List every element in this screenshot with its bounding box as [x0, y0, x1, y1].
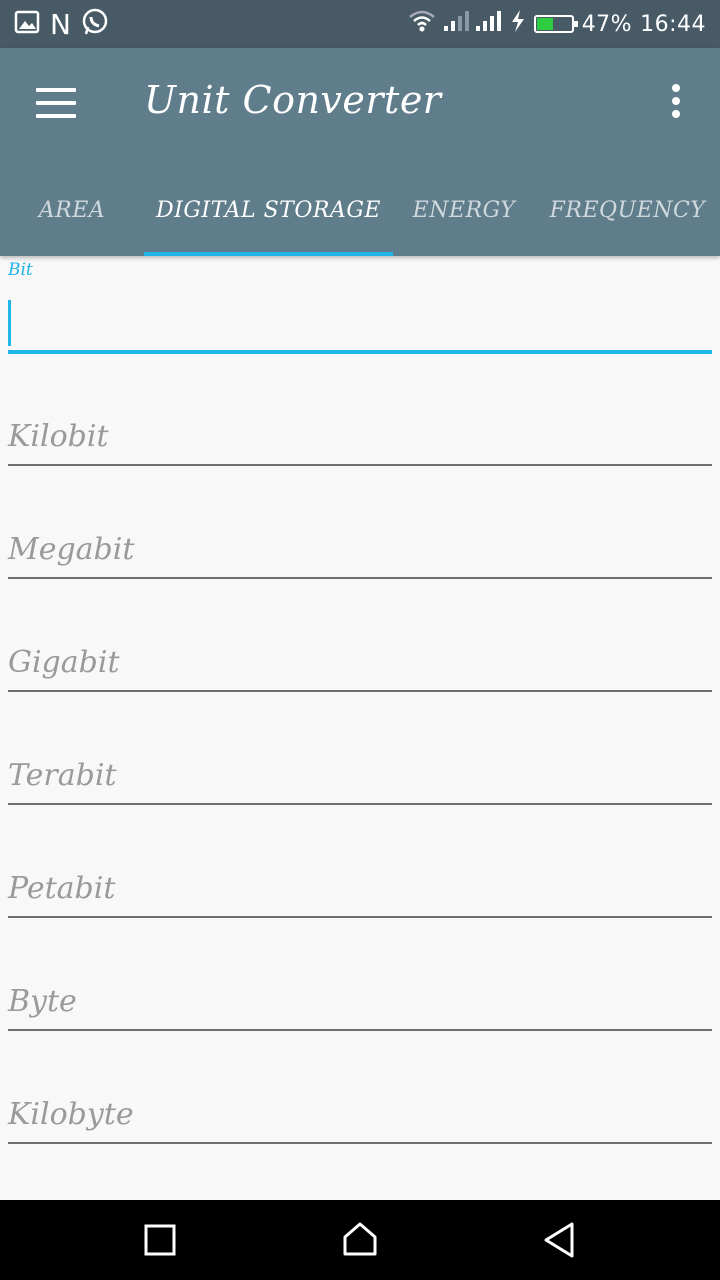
tab-energy[interactable]: ENERGY [393, 164, 535, 256]
tab-bar: AREA DIGITAL STORAGE ENERGY FREQUENCY [0, 164, 720, 256]
terabit-input[interactable]: Terabit [8, 745, 712, 805]
more-vert-icon [672, 84, 680, 92]
gigabit-input[interactable]: Gigabit [8, 632, 712, 692]
home-icon [343, 1222, 377, 1256]
app-bar: Unit Converter AREA DIGITAL STORAGE ENER… [0, 48, 720, 256]
battery-percent: 47% [581, 11, 633, 37]
tab-frequency[interactable]: FREQUENCY [535, 164, 720, 256]
recents-icon [144, 1224, 176, 1256]
byte-input[interactable]: Byte [8, 971, 712, 1031]
petabit-input[interactable]: Petabit [8, 858, 712, 918]
kilobyte-input[interactable]: Kilobyte [8, 1084, 712, 1144]
tab-digital-storage[interactable]: DIGITAL STORAGE [144, 164, 393, 256]
charging-icon [510, 10, 526, 38]
kilobit-placeholder: Kilobit [8, 419, 109, 454]
gigabit-placeholder: Gigabit [8, 645, 120, 680]
home-button[interactable] [340, 1220, 380, 1260]
kilobit-input[interactable]: Kilobit [8, 406, 712, 466]
kilobyte-placeholder: Kilobyte [8, 1097, 134, 1132]
bit-input[interactable] [8, 296, 712, 354]
app-title: Unit Converter [144, 78, 442, 122]
carrier-letter: N [50, 7, 71, 41]
clock: 16:44 [640, 11, 706, 37]
status-right: 47% 16:44 [408, 9, 706, 39]
more-options-button[interactable] [664, 84, 688, 124]
tab-area[interactable]: AREA [0, 164, 144, 256]
text-cursor [8, 300, 11, 346]
petabit-placeholder: Petabit [8, 871, 116, 906]
megabit-placeholder: Megabit [8, 532, 135, 567]
wifi-icon [408, 9, 436, 39]
hamburger-icon [36, 88, 76, 92]
signal-icon [443, 10, 502, 38]
terabit-placeholder: Terabit [8, 758, 117, 793]
status-bar: N 47% 16:44 [0, 0, 720, 48]
back-button[interactable] [540, 1220, 580, 1260]
navigation-bar [0, 1200, 720, 1280]
converter-form: Bit Kilobit Megabit Gigabit Terabit Peta… [0, 256, 720, 1200]
image-icon [14, 9, 40, 39]
whatsapp-icon [81, 8, 109, 40]
megabit-input[interactable]: Megabit [8, 519, 712, 579]
battery-fill [536, 18, 553, 30]
battery-icon [533, 15, 578, 33]
bit-field-label: Bit [8, 260, 33, 280]
byte-placeholder: Byte [8, 984, 77, 1019]
menu-button[interactable] [36, 88, 76, 122]
back-icon [544, 1222, 574, 1258]
status-left: N [14, 8, 109, 41]
recents-button[interactable] [140, 1220, 180, 1260]
